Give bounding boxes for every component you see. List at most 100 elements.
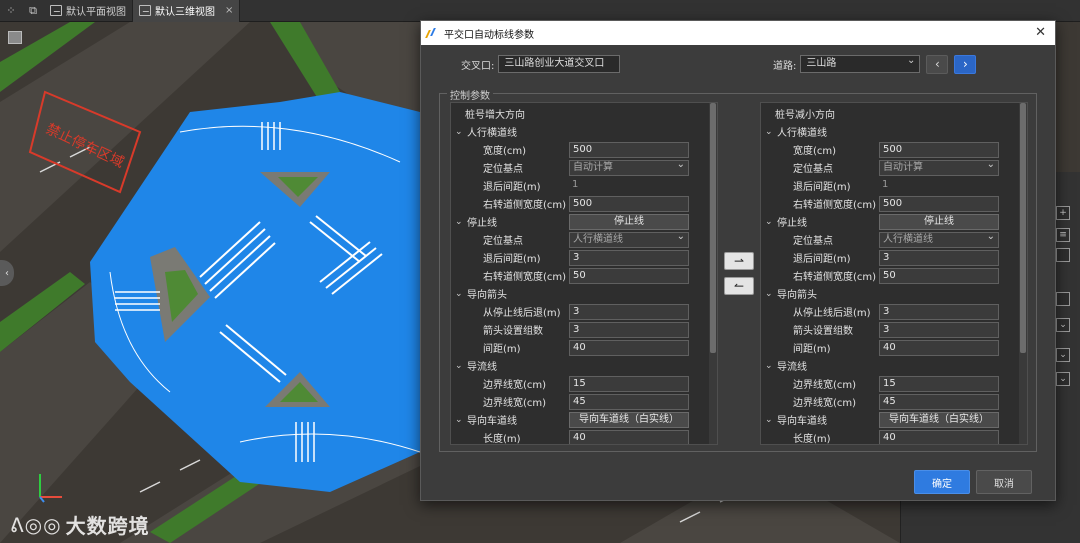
param-label: 从停止线后退(m) — [793, 308, 871, 319]
param-input[interactable]: 500 — [569, 195, 689, 212]
chevron-down-icon[interactable]: ⌄ — [1056, 318, 1070, 332]
left-direction-tree[interactable]: 桩号增大方向⌄人行横道线宽度(cm)500定位基点自动计算退后间距(m)1右转道… — [450, 102, 718, 445]
param-label: 箭头设置组数 — [793, 326, 853, 337]
param-label: 间距(m) — [793, 344, 831, 355]
param-input[interactable]: 15 — [879, 375, 999, 392]
tree-param-row: 边界线宽(cm) 45 — [451, 393, 717, 410]
param-label: 退后间距(m) — [483, 182, 541, 193]
chevron-down-icon[interactable]: ⌄ — [765, 289, 773, 299]
param-select[interactable]: 人行横道线 — [569, 230, 689, 248]
tree-group-row[interactable]: ⌄ 导向车道线 导向车道线（白实线） — [451, 411, 717, 428]
app-window: ⁘ ⧉ 默认平面视图 默认三维视图 × 禁止停车区域 ‹ ᕕ◎◎ 大数跨境 + … — [0, 0, 1080, 543]
param-input[interactable]: 500 — [569, 141, 689, 158]
prev-road-button[interactable]: ‹ — [926, 54, 949, 74]
chevron-down-icon[interactable]: ⌄ — [455, 361, 463, 371]
tree-param-row: 宽度(cm) 500 — [761, 141, 1027, 158]
param-button[interactable]: 停止线 — [569, 213, 689, 230]
param-input[interactable]: 40 — [879, 429, 999, 444]
view-cube-icon[interactable] — [8, 31, 22, 44]
param-input[interactable]: 45 — [879, 393, 999, 410]
param-button[interactable]: 导向车道线（白实线） — [879, 411, 999, 428]
param-input[interactable]: 3 — [569, 303, 689, 320]
checkbox-icon[interactable] — [1056, 292, 1070, 306]
chevron-down-icon[interactable]: ⌄ — [1056, 372, 1070, 386]
param-input[interactable]: 40 — [879, 339, 999, 356]
param-input[interactable]: 3 — [879, 321, 999, 338]
tree-group-row[interactable]: ⌄ 导流线 — [761, 357, 1027, 374]
road-row: 道路: 三山路 ‹ › — [773, 53, 977, 74]
intersection-field[interactable]: 三山路创业大道交叉口 — [498, 55, 621, 73]
copy-right-button[interactable]: ⇀ — [724, 252, 754, 270]
chevron-down-icon[interactable]: ⌄ — [765, 415, 773, 425]
param-label: 宽度(cm) — [483, 146, 527, 157]
param-label: 边界线宽(cm) — [793, 380, 857, 391]
tree-header: 桩号减小方向 — [761, 105, 1027, 122]
param-input[interactable]: 500 — [879, 195, 999, 212]
param-select[interactable]: 自动计算 — [569, 158, 689, 176]
tree-group-row[interactable]: ⌄ 导向车道线 导向车道线（白实线） — [761, 411, 1027, 428]
checkbox-icon[interactable] — [1056, 248, 1070, 262]
pin-icon[interactable]: ⁘ — [0, 0, 22, 22]
tree-group-row[interactable]: ⌄ 导流线 — [451, 357, 717, 374]
tree-group-row[interactable]: ⌄ 停止线 停止线 — [761, 213, 1027, 230]
param-input[interactable]: 50 — [569, 267, 689, 284]
plus-icon[interactable]: + — [1056, 206, 1070, 220]
road-select[interactable]: 三山路 — [800, 53, 921, 73]
param-select[interactable]: 人行横道线 — [879, 230, 999, 248]
chevron-down-icon[interactable]: ⌄ — [765, 361, 773, 371]
tree-param-row: 边界线宽(cm) 45 — [761, 393, 1027, 410]
param-label: 停止线 — [777, 218, 807, 229]
param-input[interactable]: 3 — [569, 249, 689, 266]
param-input[interactable]: 3 — [569, 321, 689, 338]
param-input[interactable]: 45 — [569, 393, 689, 410]
scrollbar-thumb[interactable] — [710, 103, 716, 353]
param-input[interactable]: 40 — [569, 429, 689, 444]
scrollbar-thumb[interactable] — [1020, 103, 1026, 353]
tree-group-row[interactable]: ⌄ 人行横道线 — [761, 123, 1027, 140]
list-icon[interactable]: ≡ — [1056, 228, 1070, 242]
tree-group-row[interactable]: ⌄ 导向箭头 — [451, 285, 717, 302]
chevron-down-icon[interactable]: ⌄ — [455, 217, 463, 227]
chevron-down-icon[interactable]: ⌄ — [765, 127, 773, 137]
tree-param-row: 退后间距(m) 3 — [761, 249, 1027, 266]
tree-scrollbar[interactable] — [709, 103, 717, 444]
tab-3d-view[interactable]: 默认三维视图 × — [133, 0, 241, 22]
param-label: 箭头设置组数 — [483, 326, 543, 337]
param-label: 导向箭头 — [467, 290, 507, 301]
ok-button[interactable]: 确定 — [914, 470, 970, 494]
tree-group-row[interactable]: ⌄ 停止线 停止线 — [451, 213, 717, 230]
param-label: 停止线 — [467, 218, 497, 229]
param-label: 从停止线后退(m) — [483, 308, 561, 319]
param-button[interactable]: 停止线 — [879, 213, 999, 230]
chevron-down-icon[interactable]: ⌄ — [765, 217, 773, 227]
chevron-down-icon[interactable]: ⌄ — [455, 127, 463, 137]
param-input[interactable]: 40 — [569, 339, 689, 356]
tree-group-row[interactable]: ⌄ 人行横道线 — [451, 123, 717, 140]
tree-param-row: 长度(m) 40 — [761, 429, 1027, 444]
restore-icon[interactable]: ⧉ — [22, 0, 44, 22]
chevron-down-icon[interactable]: ⌄ — [1056, 348, 1070, 362]
chevron-down-icon[interactable]: ⌄ — [455, 415, 463, 425]
param-select[interactable]: 自动计算 — [879, 158, 999, 176]
right-direction-tree[interactable]: 桩号减小方向⌄人行横道线宽度(cm)500定位基点自动计算退后间距(m)1右转道… — [760, 102, 1028, 445]
close-icon[interactable]: ✕ — [1035, 25, 1046, 40]
tab-plan-view[interactable]: 默认平面视图 — [44, 0, 133, 22]
close-icon[interactable]: × — [225, 5, 233, 16]
param-input[interactable]: 3 — [879, 249, 999, 266]
tree-group-row[interactable]: ⌄ 导向箭头 — [761, 285, 1027, 302]
copy-left-button[interactable]: ↼ — [724, 277, 754, 295]
param-input[interactable]: 500 — [879, 141, 999, 158]
tree-param-row: 间距(m) 40 — [761, 339, 1027, 356]
cancel-button[interactable]: 取消 — [976, 470, 1032, 494]
tree-param-row: 退后间距(m) 3 — [451, 249, 717, 266]
param-input[interactable]: 50 — [879, 267, 999, 284]
marking-params-dialog: 平交口自动标线参数 ✕ 交叉口: 三山路创业大道交叉口 道路: 三山路 ‹ › … — [420, 20, 1056, 501]
param-input[interactable]: 15 — [569, 375, 689, 392]
next-road-button[interactable]: › — [954, 54, 977, 74]
chevron-down-icon[interactable]: ⌄ — [455, 289, 463, 299]
param-label: 右转道侧宽度(cm) — [793, 272, 877, 283]
param-button[interactable]: 导向车道线（白实线） — [569, 411, 689, 428]
param-input[interactable]: 3 — [879, 303, 999, 320]
tree-param-row: 间距(m) 40 — [451, 339, 717, 356]
tree-scrollbar[interactable] — [1019, 103, 1027, 444]
